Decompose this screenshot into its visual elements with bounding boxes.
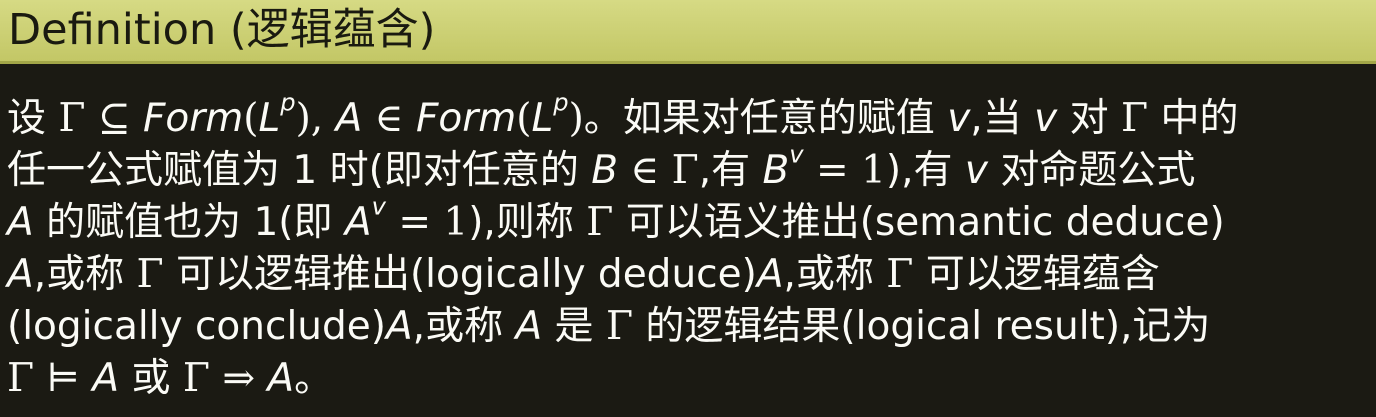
text-segment: 对命题公式 [988, 148, 1196, 193]
math-segment: Γ [886, 252, 914, 297]
math-segment: A [385, 304, 413, 349]
math-segment: Γ [136, 252, 164, 297]
text-segment: 可以逻辑推出(logically deduce) [163, 252, 757, 297]
math-segment: Form [142, 96, 244, 141]
paragraph-line: 任一公式赋值为 1 时(即对任意的 B ∈ Γ,有 Bv = 1),有 v 对命… [7, 142, 1373, 197]
math-segment: v [964, 148, 989, 193]
math-segment: A [92, 356, 120, 401]
paragraph-line: Γ ⊨ A 或 Γ ⇒ A。 [7, 353, 1373, 405]
math-segment: Γ ⊨ [7, 356, 93, 401]
math-segment: Γ [605, 304, 634, 349]
math-segment: = 1 [385, 200, 469, 245]
paragraph-line: A 的赋值也为 1(即 Av = 1),则称 Γ 可以语义推出(semantic… [7, 194, 1373, 249]
math-segment: ) [568, 96, 584, 141]
definition-block: Definition (逻辑蕴含) 设 Γ ⊆ Form(Lp), A ∈ Fo… [0, 0, 1376, 417]
math-segment: A [515, 304, 543, 349]
math-segment: ∈ Γ [618, 148, 699, 193]
math-segment: v [789, 140, 804, 169]
text-segment: 。如果对任意的赋值 [583, 96, 948, 141]
block-title: Definition (逻辑蕴含) [8, 5, 436, 55]
math-segment: L [258, 96, 281, 141]
math-segment: Form [415, 96, 517, 141]
text-segment: 可以逻辑蕴含 [913, 252, 1160, 297]
math-segment: B [762, 148, 790, 193]
text-segment: 中的 [1148, 96, 1239, 141]
math-segment: p [553, 88, 569, 117]
text-segment: ,或称 [783, 252, 887, 297]
math-segment: L [531, 96, 554, 141]
math-segment: v [1034, 96, 1058, 141]
math-segment: = 1 [803, 148, 886, 193]
math-segment: A [756, 252, 784, 297]
text-segment: (logically conclude) [7, 304, 386, 349]
math-segment: ∈ [362, 96, 416, 141]
text-segment: 任一公式赋值为 1 时(即对任意的 [7, 148, 592, 193]
math-segment: Γ ⇒ [182, 356, 268, 401]
math-segment: ), [295, 96, 336, 141]
math-segment: Γ [586, 200, 614, 245]
math-segment: ( [243, 96, 259, 141]
math-segment: A [335, 96, 363, 141]
math-segment: A [344, 200, 372, 245]
math-segment: A [7, 252, 34, 297]
paragraph-line: (logically conclude)A,或称 A 是 Γ 的逻辑结果(log… [7, 301, 1373, 353]
text-segment: 可以语义推出(semantic deduce) [613, 200, 1225, 245]
text-segment: ),则称 [468, 200, 587, 245]
text-segment: ,当 [970, 96, 1035, 141]
math-segment: B [591, 148, 618, 193]
text-segment: 或 [119, 356, 183, 401]
math-segment: Γ ⊆ [58, 96, 143, 141]
math-segment: ( [516, 96, 532, 141]
math-segment: Γ [1120, 96, 1149, 141]
title-bar: Definition (逻辑蕴含) [0, 0, 1376, 64]
text-segment: ,有 [698, 148, 763, 193]
text-segment: ,或称 [33, 252, 137, 297]
definition-body: 设 Γ ⊆ Form(Lp), A ∈ Form(Lp)。如果对任意的赋值 v,… [7, 90, 1373, 405]
paragraph-line: A,或称 Γ 可以逻辑推出(logically deduce)A,或称 Γ 可以… [7, 249, 1373, 301]
math-segment: v [371, 192, 386, 221]
math-segment: A [7, 200, 34, 245]
math-segment: p [280, 88, 296, 117]
paragraph-line: 设 Γ ⊆ Form(Lp), A ∈ Form(Lp)。如果对任意的赋值 v,… [7, 90, 1373, 145]
text-segment: ,或称 [412, 304, 516, 349]
text-segment: 的赋值也为 1(即 [33, 200, 345, 245]
text-segment: 是 [542, 304, 606, 349]
text-segment: 。 [294, 356, 334, 401]
math-segment: v [947, 96, 971, 141]
math-segment: A [267, 356, 295, 401]
text-segment: 对 [1057, 96, 1121, 141]
text-segment: 的逻辑结果(logical result),记为 [633, 304, 1211, 349]
text-segment: 设 [7, 96, 59, 141]
text-segment: ),有 [885, 148, 965, 193]
